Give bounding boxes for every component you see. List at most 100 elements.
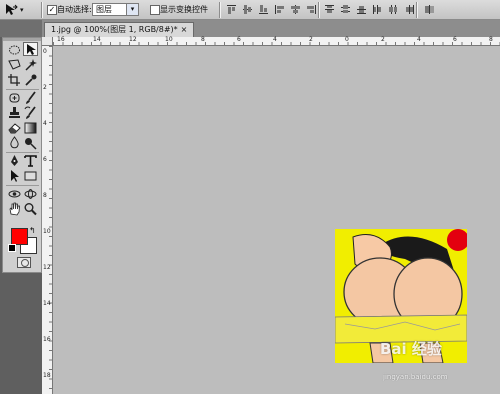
watermark-url: jingyan.baidu.com xyxy=(383,373,448,381)
rectangle-shape-icon xyxy=(24,171,37,181)
document-tab-title: 1.jpg @ 100%(图层 1, RGB/8#) xyxy=(51,25,174,34)
tools-panel: ↰ xyxy=(2,37,42,273)
type-tool[interactable] xyxy=(23,154,38,168)
elliptical-marquee-icon xyxy=(9,45,20,55)
magic-wand-icon xyxy=(25,59,37,71)
document-tab[interactable]: 1.jpg @ 100%(图层 1, RGB/8#)* × xyxy=(44,22,195,37)
ruler-tick-label: 8 xyxy=(43,192,47,199)
auto-select-dropdown[interactable]: 图层 ▾ xyxy=(92,3,139,16)
align-horizontal-centers-icon[interactable] xyxy=(290,4,301,15)
marquee-tool[interactable] xyxy=(7,43,22,57)
eyedropper-tool[interactable] xyxy=(23,73,38,87)
brush-icon xyxy=(26,91,36,104)
ruler-tick-label: 16 xyxy=(57,36,65,43)
clone-stamp-icon xyxy=(9,107,20,118)
eyedropper-icon xyxy=(25,74,37,86)
ruler-tick-label: 2 xyxy=(381,36,385,43)
distribute-left-icon[interactable] xyxy=(372,4,383,15)
ruler-tick-label: 6 xyxy=(237,36,241,43)
ruler-tick-label: 2 xyxy=(309,36,313,43)
align-vertical-centers-icon[interactable] xyxy=(242,4,253,15)
crop-icon xyxy=(8,74,20,86)
options-bar: ▾ ✓ 自动选择: 图层 ▾ 显示变换控件 xyxy=(0,0,500,20)
path-selection-tool[interactable] xyxy=(7,169,22,183)
tool-preset-picker[interactable]: ▾ xyxy=(4,2,38,17)
magic-wand-tool[interactable] xyxy=(23,58,38,72)
gradient-tool[interactable] xyxy=(23,121,38,135)
ruler-tick-label: 4 xyxy=(273,36,277,43)
eraser-icon xyxy=(8,123,21,134)
ruler-tick-label: 2 xyxy=(43,84,47,91)
distribute-bottom-icon[interactable] xyxy=(356,4,367,15)
pen-tool[interactable] xyxy=(7,154,22,168)
distribute-right-icon[interactable] xyxy=(404,4,415,15)
watermark-logo: Bai 经验 xyxy=(380,340,442,358)
blur-drop-icon xyxy=(10,136,19,149)
toolbox-header[interactable] xyxy=(0,20,42,37)
align-left-edges-icon[interactable] xyxy=(274,4,285,15)
ruler-tick-label: 12 xyxy=(43,264,51,271)
hand-tool[interactable] xyxy=(7,202,22,216)
ruler-origin[interactable] xyxy=(42,37,53,46)
spot-healing-icon xyxy=(9,93,20,103)
history-brush-tool[interactable] xyxy=(23,106,38,120)
blur-tool[interactable] xyxy=(7,136,22,150)
divider xyxy=(6,152,39,153)
close-icon[interactable]: × xyxy=(181,25,188,34)
horizontal-ruler[interactable]: 16 14 12 10 8 6 4 2 0 2 4 6 8 xyxy=(53,36,500,46)
zoom-icon xyxy=(24,203,37,216)
document-tab-bar: 1.jpg @ 100%(图层 1, RGB/8#)* × xyxy=(0,20,500,37)
toolbox: ↰ xyxy=(0,37,42,394)
ruler-tick-label: 18 xyxy=(43,372,51,379)
ruler-tick-label: 0 xyxy=(345,36,349,43)
clone-stamp-tool[interactable] xyxy=(7,106,22,120)
vertical-ruler[interactable]: 0 2 4 6 8 10 12 14 16 18 xyxy=(42,46,53,394)
3d-rotate-icon xyxy=(8,190,21,198)
brush-tool[interactable] xyxy=(23,91,38,105)
3d-rotate-tool[interactable] xyxy=(7,187,22,201)
auto-align-layers-icon[interactable] xyxy=(424,4,435,15)
ruler-tick-label: 14 xyxy=(93,36,101,43)
foreground-color-swatch[interactable] xyxy=(11,228,28,245)
show-transform-checkbox[interactable] xyxy=(150,5,160,15)
swap-colors-icon[interactable]: ↰ xyxy=(29,226,36,235)
ruler-tick-label: 12 xyxy=(129,36,137,43)
distribute-horizontal-centers-icon[interactable] xyxy=(388,4,399,15)
zoom-tool[interactable] xyxy=(23,202,38,216)
align-top-edges-icon[interactable] xyxy=(226,4,237,15)
dodge-icon xyxy=(25,138,37,150)
divider xyxy=(6,185,39,186)
lasso-tool[interactable] xyxy=(7,58,22,72)
path-selection-icon xyxy=(11,170,19,182)
ruler-tick-label: 8 xyxy=(201,36,205,43)
auto-select-checkbox[interactable]: ✓ xyxy=(47,5,57,15)
distribute-vertical-centers-icon[interactable] xyxy=(340,4,351,15)
chevron-down-icon: ▾ xyxy=(126,4,138,15)
default-colors-icon[interactable] xyxy=(8,244,16,252)
ruler-tick-label: 0 xyxy=(43,48,47,55)
move-tool-icon xyxy=(6,3,18,15)
shape-tool[interactable] xyxy=(23,169,38,183)
ruler-tick-label: 4 xyxy=(417,36,421,43)
ruler-tick-label: 6 xyxy=(43,156,47,163)
ruler-tick-label: 16 xyxy=(43,336,51,343)
eraser-tool[interactable] xyxy=(7,121,22,135)
type-icon xyxy=(24,155,37,167)
distribute-top-icon[interactable] xyxy=(324,4,335,15)
move-tool-icon xyxy=(27,44,36,55)
align-right-edges-icon[interactable] xyxy=(306,4,317,15)
history-brush-icon xyxy=(24,106,36,119)
healing-brush-tool[interactable] xyxy=(7,91,22,105)
modified-marker: * xyxy=(173,25,178,34)
3d-orbit-tool[interactable] xyxy=(23,187,38,201)
crop-tool[interactable] xyxy=(7,73,22,87)
auto-select-label: 自动选择: xyxy=(57,5,92,14)
align-bottom-edges-icon[interactable] xyxy=(258,4,269,15)
ruler-tick-label: 4 xyxy=(43,120,47,127)
3d-orbit-icon xyxy=(24,189,37,199)
ruler-tick-label: 10 xyxy=(165,36,173,43)
move-tool[interactable] xyxy=(23,42,38,56)
tools-panel-grip[interactable] xyxy=(3,38,41,41)
quick-mask-button[interactable] xyxy=(17,257,31,268)
dodge-tool[interactable] xyxy=(23,136,38,150)
